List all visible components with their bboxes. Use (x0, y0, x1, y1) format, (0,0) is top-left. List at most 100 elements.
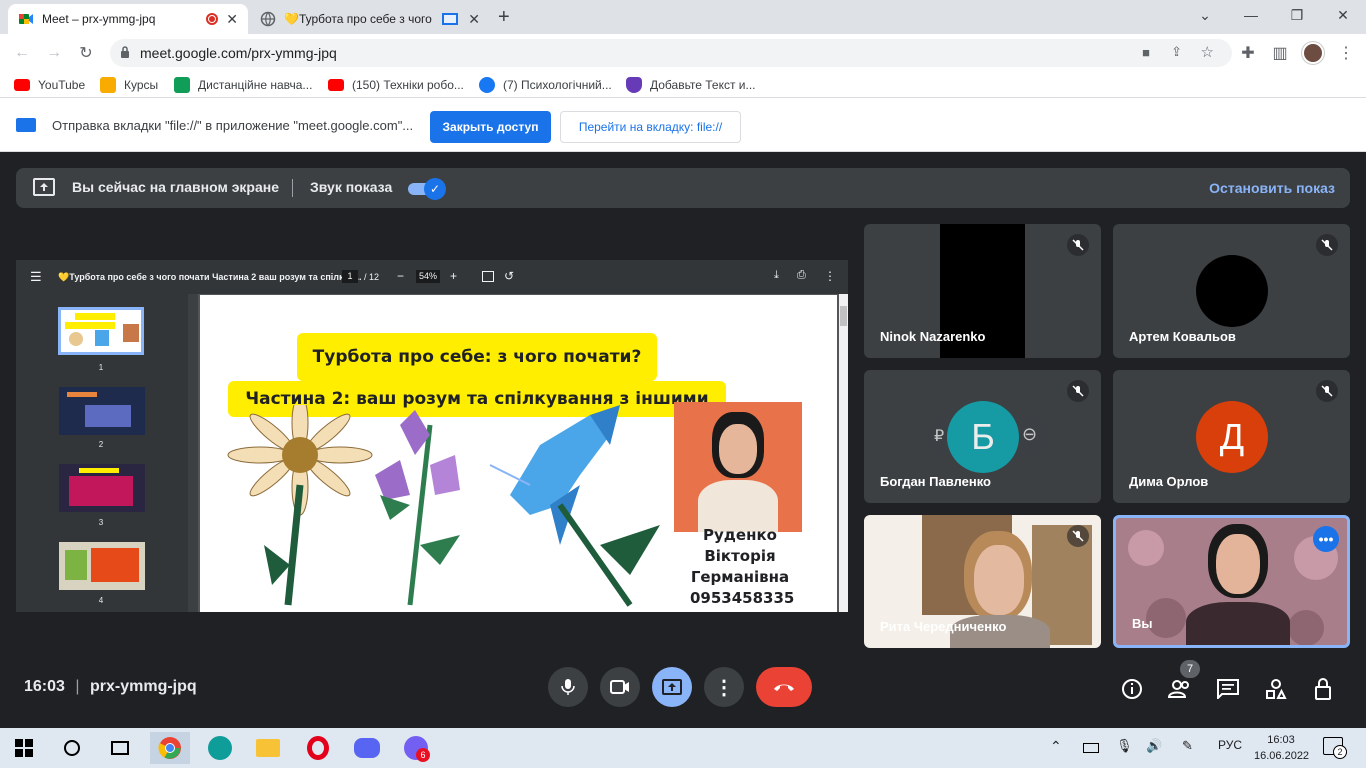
menu-icon[interactable]: ⋮ (1334, 41, 1358, 65)
tab-search-icon[interactable]: ⌄ (1182, 0, 1228, 30)
download-icon[interactable]: ⤓ (774, 269, 779, 282)
thumbnail-number: 4 (98, 596, 104, 605)
camera-icon (610, 680, 629, 694)
taskbar-discord[interactable] (347, 732, 387, 764)
thumbnail-3[interactable] (59, 464, 145, 512)
start-button[interactable] (4, 732, 44, 764)
extensions-icon[interactable]: ✚ (1236, 41, 1260, 65)
participant-body (1186, 602, 1290, 645)
stop-presenting-button[interactable]: Остановить показ (1209, 180, 1335, 196)
bookmark-add-text[interactable]: Добавьте Текст и... (626, 76, 756, 94)
page-count: / 12 (364, 272, 380, 282)
thumbnail-2[interactable] (59, 387, 145, 435)
rotate-icon[interactable]: ↺ (504, 269, 514, 283)
pin-icon[interactable]: ₽ (934, 426, 944, 446)
notifications-icon[interactable]: 2 (1323, 737, 1347, 759)
battery-icon[interactable] (1083, 743, 1099, 753)
page-scrollbar[interactable] (839, 294, 848, 612)
taskbar-edge[interactable] (200, 732, 240, 764)
bookmark-techniques[interactable]: (150) Техніки робо... (328, 76, 464, 94)
presenting-banner: Вы сейчас на главном экране Звук показа … (16, 168, 1350, 208)
share-icon[interactable]: ⇪ (1171, 44, 1182, 60)
more-icon[interactable]: ⋮ (824, 269, 836, 283)
share-audio-toggle[interactable]: ✓ (408, 178, 446, 200)
star-icon[interactable]: ☆ (1201, 43, 1214, 61)
remove-icon[interactable]: ⊖ (1022, 424, 1037, 445)
main-screen-label: Вы сейчас на главном экране (72, 179, 280, 195)
notifications-badge: 2 (1333, 745, 1347, 759)
mic-button[interactable] (548, 667, 588, 707)
more-options-icon[interactable]: ••• (1313, 526, 1339, 552)
thumbnail-4[interactable] (59, 542, 145, 590)
bookmark-psych[interactable]: (7) Психологічний... (479, 76, 612, 94)
restore-button[interactable]: ❐ (1274, 0, 1320, 30)
close-window-button[interactable]: ✕ (1320, 0, 1366, 30)
fit-page-icon[interactable] (482, 271, 494, 282)
leave-call-button[interactable] (756, 667, 812, 707)
clock[interactable]: 16:03 16.06.2022 (1254, 732, 1310, 764)
bookmark-youtube[interactable]: YouTube (14, 76, 85, 94)
print-icon[interactable]: ⎙ (797, 269, 806, 282)
host-controls-icon[interactable] (1311, 676, 1337, 702)
pdf-toolbar: ☰ 💛Турбота про себе з чого почати Частин… (16, 260, 848, 294)
reload-icon[interactable]: ↻ (74, 41, 98, 65)
taskbar-explorer[interactable] (248, 732, 288, 764)
tray-overflow-icon[interactable]: ⌃ (1050, 738, 1062, 755)
zoom-out-icon[interactable]: − (397, 269, 404, 283)
thumbnail-1[interactable] (58, 307, 144, 355)
participant-tile[interactable]: Артем Ковальов (1113, 224, 1350, 358)
bookmark-courses[interactable]: Курсы (100, 76, 158, 94)
address-bar[interactable]: meet.google.com/prx-ymmg-jpq ■ ⇪ ☆ (110, 39, 1232, 67)
profile-avatar[interactable] (1302, 42, 1324, 64)
participant-tile[interactable]: Д Дима Орлов (1113, 370, 1350, 503)
chat-icon[interactable] (1215, 676, 1241, 702)
camera-icon[interactable]: ■ (1142, 45, 1150, 60)
volume-icon[interactable]: 🔊 (1146, 738, 1162, 754)
mic-tray-icon[interactable]: 🎙 (1116, 738, 1133, 754)
more-vert-icon: ⋮ (714, 676, 734, 699)
pen-icon[interactable]: ✎ (1182, 738, 1193, 754)
participant-tile[interactable]: ₽ ⊖ Б Богдан Павленко (864, 370, 1101, 503)
close-tab-icon[interactable]: ✕ (226, 11, 238, 28)
new-tab-button[interactable]: + (498, 6, 510, 29)
search-button[interactable] (52, 732, 92, 764)
zoom-level[interactable]: 54% (416, 270, 440, 283)
participant-tile[interactable]: Ninok Nazarenko (864, 224, 1101, 358)
participant-tile-self[interactable]: ••• Вы (1113, 515, 1350, 648)
thumbnail-scrollbar[interactable] (188, 294, 198, 612)
minimize-button[interactable]: — (1228, 0, 1274, 30)
page-input[interactable]: 1 (342, 270, 358, 283)
participant-tile[interactable]: Рита Чередниченко (864, 515, 1101, 648)
more-options-button[interactable]: ⋮ (704, 667, 744, 707)
task-view-button[interactable] (100, 732, 140, 764)
bookmark-distance[interactable]: Дистанційне навча... (174, 76, 312, 94)
folder-icon (256, 739, 280, 757)
bookmarks-bar: YouTube Курсы Дистанційне навча... (150)… (0, 72, 1366, 98)
back-icon[interactable]: ← (10, 41, 34, 65)
sidepanel-icon[interactable]: ▥ (1268, 41, 1292, 65)
forward-icon[interactable]: → (42, 41, 66, 65)
taskbar-chrome[interactable] (150, 732, 190, 764)
close-access-button[interactable]: Закрыть доступ (430, 111, 551, 143)
youtube-icon (14, 79, 30, 91)
browser-toolbar: ← → ↻ meet.google.com/prx-ymmg-jpq ■ ⇪ ☆… (0, 34, 1366, 72)
zoom-in-icon[interactable]: + (450, 269, 457, 283)
windows-icon (15, 739, 33, 757)
participant-name: Богдан Павленко (880, 474, 991, 489)
go-to-tab-button[interactable]: Перейти на вкладку: file:// (560, 111, 741, 143)
language-indicator[interactable]: РУС (1218, 738, 1242, 752)
participant-name: Ninok Nazarenko (880, 329, 986, 344)
tab-meet[interactable]: Meet – prx-ymmg-jpq ✕ (8, 4, 248, 34)
close-tab-icon[interactable]: ✕ (468, 11, 480, 28)
people-icon[interactable] (1167, 676, 1193, 702)
hamburger-icon[interactable]: ☰ (30, 269, 42, 285)
separator: | (75, 678, 80, 695)
clock-date: 16.06.2022 (1254, 750, 1310, 762)
meeting-details-icon[interactable] (1119, 676, 1145, 702)
activities-icon[interactable] (1263, 676, 1289, 702)
tab-pdf[interactable]: 💛Турбота про себе з чого ✕ (250, 4, 490, 34)
camera-button[interactable] (600, 667, 640, 707)
taskbar-opera[interactable] (298, 732, 338, 764)
taskbar-viber[interactable]: 6 (396, 732, 436, 764)
present-button[interactable] (652, 667, 692, 707)
